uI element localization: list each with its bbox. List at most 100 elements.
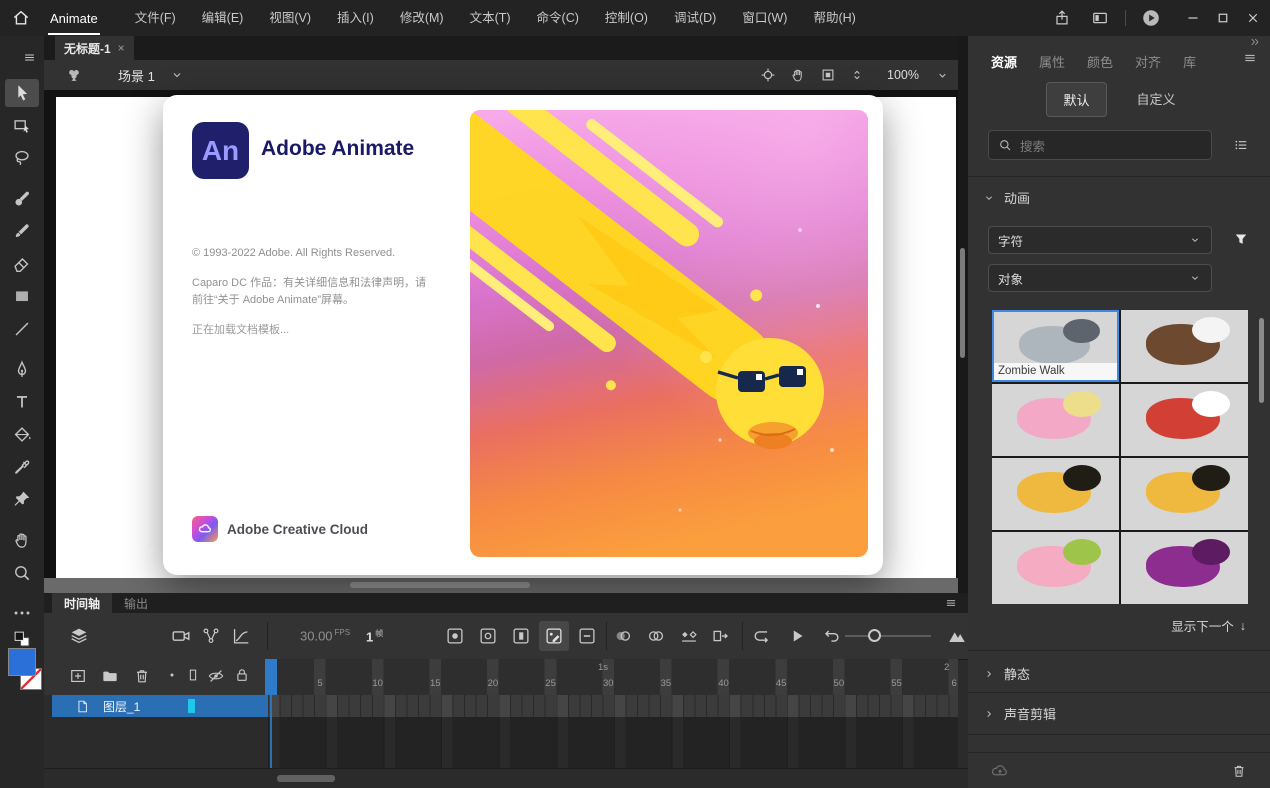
camera-icon[interactable] — [170, 625, 192, 647]
lasso-tool[interactable] — [11, 147, 33, 169]
menu-item[interactable]: 插入(I) — [324, 0, 387, 36]
panel-tab[interactable]: 对齐 — [1124, 48, 1172, 77]
tools-menu-icon[interactable] — [22, 50, 37, 65]
share-icon[interactable] — [1047, 3, 1077, 33]
hide-layers-icon[interactable] — [206, 666, 228, 688]
menu-item[interactable]: 调试(D) — [661, 0, 729, 36]
menu-item[interactable]: 命令(C) — [524, 0, 592, 36]
panel-tab[interactable]: 颜色 — [1076, 48, 1124, 77]
tab-close-icon[interactable]: × — [118, 41, 125, 55]
lock-layers-icon[interactable] — [233, 666, 255, 688]
app-menu-animate[interactable]: Animate — [48, 2, 100, 35]
asset-warp-pin-tool[interactable] — [11, 488, 33, 510]
timeline-ruler[interactable]: 1s 2 5 10 15 20 25 30 35 40 45 50 55 6 — [268, 659, 958, 695]
eraser-tool[interactable] — [11, 253, 33, 275]
filter-funnel-icon[interactable] — [1232, 230, 1250, 248]
clip-content-icon[interactable] — [819, 66, 837, 84]
panel-tab[interactable]: 库 — [1172, 48, 1207, 77]
play-icon[interactable] — [786, 625, 808, 647]
selection-tool[interactable] — [11, 82, 33, 104]
line-tool[interactable] — [11, 318, 33, 340]
menu-item[interactable]: 编辑(E) — [189, 0, 257, 36]
outline-layer-icon[interactable] — [184, 666, 206, 688]
asset-thumbnail-wolf-run[interactable] — [1121, 310, 1248, 382]
workspace-icon[interactable] — [1085, 3, 1115, 33]
free-transform-tool[interactable] — [11, 114, 33, 136]
insert-keyframe-icon[interactable] — [444, 625, 466, 647]
rotate-stage-icon[interactable] — [789, 66, 807, 84]
delete-asset-icon[interactable] — [1230, 762, 1248, 780]
menu-item[interactable]: 窗口(W) — [729, 0, 800, 36]
panel-tab[interactable]: 属性 — [1028, 48, 1076, 77]
fit-timeline-icon[interactable] — [946, 625, 968, 647]
current-frame-value[interactable]: 1帧 — [366, 628, 383, 644]
menu-item[interactable]: 控制(O) — [592, 0, 661, 36]
timeline-hscrollbar-thumb[interactable] — [277, 775, 335, 782]
remove-frame-icon[interactable] — [576, 625, 598, 647]
new-folder-icon[interactable] — [100, 666, 122, 688]
zoom-dropdown-icon[interactable] — [935, 68, 950, 83]
asset-thumbnail-dog-run[interactable] — [992, 458, 1119, 530]
asset-thumbnail-santa[interactable] — [1121, 384, 1248, 456]
animation-section-header[interactable]: 动画 — [982, 188, 1030, 207]
asset-thumbnail-snail[interactable] — [992, 384, 1119, 456]
new-layer-icon[interactable] — [68, 666, 90, 688]
object-filter-dropdown[interactable]: 对象 — [988, 264, 1212, 292]
sound-section-header[interactable]: 声音剪辑 — [982, 704, 1056, 723]
playhead[interactable] — [265, 659, 277, 695]
insert-blank-keyframe-icon[interactable] — [477, 625, 499, 647]
timeline-empty-frames[interactable] — [268, 717, 958, 768]
paint-bucket-tool[interactable] — [11, 424, 33, 446]
asset-thumbnail-dog-sit[interactable] — [1121, 458, 1248, 530]
show-next-button[interactable]: 显示下一个 ↓ — [1171, 616, 1246, 635]
timeline-zoom-slider-knob[interactable] — [868, 629, 881, 642]
zoom-stepper[interactable] — [849, 67, 865, 83]
maximize-button[interactable] — [1208, 3, 1238, 33]
stage-hscrollbar-thumb[interactable] — [350, 582, 530, 588]
onion-skin-outline-icon[interactable] — [645, 625, 667, 647]
frame-rate-value[interactable]: 30.00 FPS — [300, 628, 350, 643]
close-button[interactable] — [1238, 3, 1268, 33]
edit-multiple-frames-icon[interactable] — [678, 625, 700, 647]
swap-colors-icon[interactable] — [11, 628, 33, 650]
expand-panels-icon[interactable] — [1248, 35, 1262, 49]
fluid-brush-tool[interactable] — [11, 188, 33, 210]
fill-color-swatch[interactable] — [8, 648, 36, 676]
pen-tool[interactable] — [11, 359, 33, 381]
text-tool[interactable] — [11, 391, 33, 413]
timeline-tab[interactable]: 输出 — [112, 593, 160, 613]
static-section-header[interactable]: 静态 — [982, 664, 1030, 683]
graph-editor-icon[interactable] — [230, 625, 252, 647]
menu-item[interactable]: 文本(T) — [457, 0, 524, 36]
asset-grid-scrollbar-thumb[interactable] — [1259, 318, 1264, 403]
cloud-sync-icon[interactable] — [990, 761, 1010, 781]
menu-item[interactable]: 文件(F) — [122, 0, 189, 36]
timeline-menu-icon[interactable] — [944, 596, 958, 610]
asset-thumbnail-ninja[interactable] — [1121, 532, 1248, 604]
hand-tool[interactable] — [11, 529, 33, 551]
asset-mode-tab[interactable]: 自定义 — [1121, 82, 1192, 117]
menu-item[interactable]: 帮助(H) — [800, 0, 868, 36]
more-tools-icon[interactable] — [11, 602, 33, 624]
panel-tab[interactable]: 资源 — [980, 48, 1028, 77]
character-filter-dropdown[interactable]: 字符 — [988, 226, 1212, 254]
layer-frames-strip[interactable] — [268, 695, 958, 717]
loop-playback-icon[interactable] — [752, 625, 774, 647]
rectangle-tool[interactable] — [11, 285, 33, 307]
layers-icon[interactable] — [68, 625, 90, 647]
publish-play-icon[interactable] — [1136, 3, 1166, 33]
stage-hscrollbar-track[interactable] — [44, 578, 958, 593]
layer-parenting-icon[interactable] — [200, 625, 222, 647]
timeline-zoom-slider-track[interactable] — [845, 635, 931, 637]
extend-frames-icon[interactable] — [710, 625, 732, 647]
asset-mode-tab[interactable]: 默认 — [1046, 82, 1107, 117]
timeline-hscrollbar-track[interactable] — [44, 768, 968, 788]
insert-frame-icon[interactable] — [510, 625, 532, 647]
onion-skin-icon[interactable] — [612, 625, 634, 647]
zoom-tool[interactable] — [11, 562, 33, 584]
layer-item[interactable]: 图层_1 — [52, 695, 268, 717]
center-stage-icon[interactable] — [759, 66, 777, 84]
zoom-level-value[interactable]: 100% — [887, 68, 919, 82]
menu-item[interactable]: 修改(M) — [387, 0, 457, 36]
document-tab[interactable]: 无标题-1 × — [55, 36, 134, 60]
